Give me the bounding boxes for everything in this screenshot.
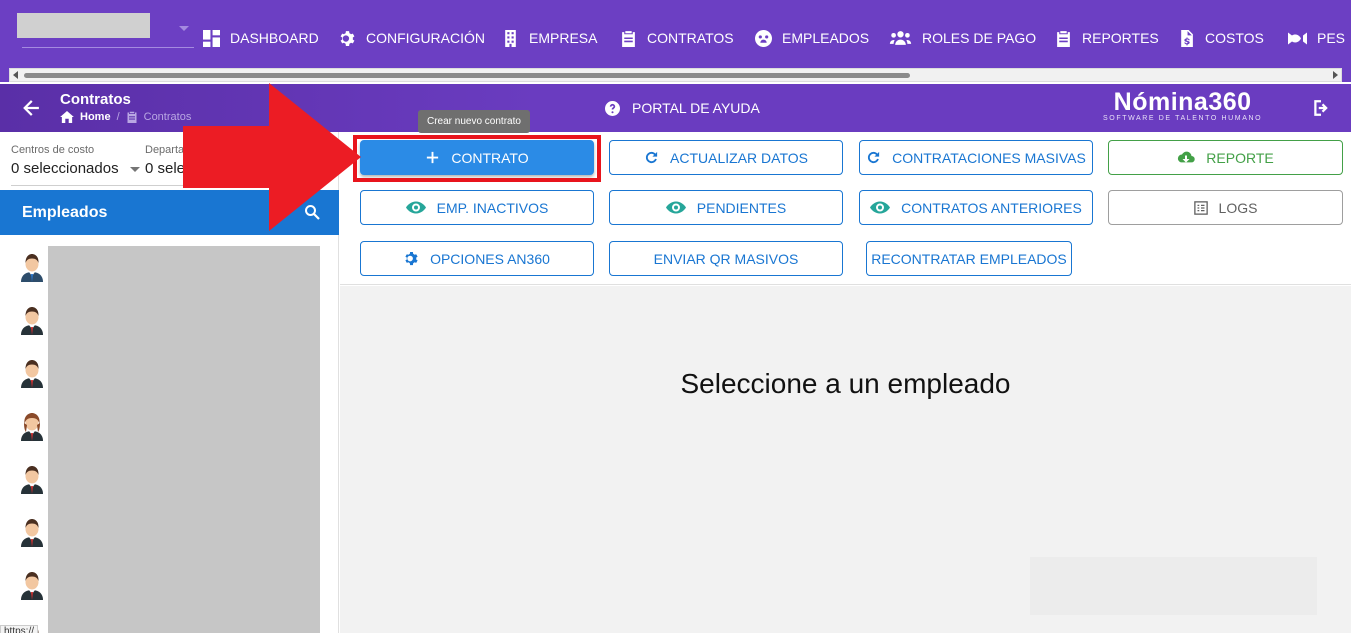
faint-overlay [1030,557,1317,615]
logs-button[interactable]: LOGS [1108,190,1343,225]
eye-icon [870,201,891,214]
employee-avatar[interactable] [18,464,46,494]
file-dollar-icon [1181,29,1193,47]
send-mass-qr-button[interactable]: ENVIAR QR MASIVOS [609,241,843,276]
button-label: LOGS [1218,199,1258,216]
clipboard-icon [622,30,635,47]
breadcrumb: Home / Contratos [60,111,191,123]
nav-label: COSTOS [1205,30,1264,46]
help-portal-label: PORTAL DE AYUDA [632,100,760,116]
employee-avatar[interactable] [18,305,46,335]
employee-avatar[interactable] [18,252,46,282]
breadcrumb-separator: / [116,111,120,123]
nav-roles-de-pago[interactable]: ROLES DE PAGO [889,28,1036,48]
eye-icon [405,201,426,214]
pending-button[interactable]: PENDIENTES [609,190,843,225]
nav-contratos[interactable]: CONTRATOS [620,28,734,48]
chevron-down-icon[interactable] [179,26,189,31]
employee-avatar[interactable] [18,411,46,441]
nav-dashboard[interactable]: DASHBOARD [203,28,319,48]
employees-icon [755,29,772,47]
employees-title: Empleados [22,204,108,221]
scroll-left-icon[interactable] [13,71,18,79]
list-icon [1193,200,1208,215]
dashboard-icon [203,29,220,47]
scroll-right-icon[interactable] [1333,71,1338,79]
nav-reportes[interactable]: REPORTES [1055,28,1159,48]
logo-name: Nómina360 [1113,88,1252,116]
scroll-gutter [0,68,9,82]
inactive-employees-button[interactable]: EMP. INACTIVOS [360,190,594,225]
nav-label: EMPRESA [529,30,598,46]
nav-horizontal-scrollbar[interactable] [9,68,1342,82]
button-label: OPCIONES AN360 [430,250,550,267]
cloud-download-icon [1178,151,1195,163]
button-label: ACTUALIZAR DATOS [670,149,808,166]
eye-icon [665,201,686,214]
nav-label: CONTRATOS [647,30,734,46]
button-label: CONTRATOS ANTERIORES [901,199,1082,216]
new-contract-tooltip: Crear nuevo contrato [418,110,530,133]
company-selector-underline [22,47,194,48]
clipboard-icon [127,111,137,123]
button-label: EMP. INACTIVOS [436,199,549,216]
breadcrumb-home[interactable]: Home [80,111,111,123]
nav-label: ROLES DE PAGO [922,30,1037,46]
nav-costos[interactable]: COSTOS [1178,28,1264,48]
employee-avatar[interactable] [18,517,46,547]
nav-configuracion[interactable]: CONFIGURACIÓN [339,28,485,48]
refresh-icon [645,151,658,164]
button-label: ENVIAR QR MASIVOS [653,250,799,267]
gear-icon [405,251,418,266]
nav-empleados[interactable]: EMPLEADOS [755,28,869,48]
red-arrow-icon [183,83,361,231]
fish-icon [1288,32,1307,44]
status-bar-url: https:// [0,625,39,633]
cost-center-label: Centros de costo [11,144,95,156]
an360-options-button[interactable]: OPCIONES AN360 [360,241,594,276]
refresh-icon [868,151,880,164]
employee-names-redacted [48,246,320,633]
button-label: RECONTRATAR EMPLEADOS [871,250,1067,267]
button-label: REPORTE [1206,149,1274,166]
cost-center-filter[interactable]: Centros de costo 0 seleccionados [11,144,119,177]
page-title: Contratos [60,91,131,108]
nav-label: EMPLEADOS [782,30,870,46]
button-label: PENDIENTES [696,199,787,216]
cost-center-value: 0 seleccionados [11,160,119,177]
gear-icon [340,30,355,46]
empty-state-message: Seleccione a un empleado [680,368,1011,399]
company-selector-redacted[interactable] [17,13,150,38]
employee-avatar[interactable] [18,570,46,600]
rehire-employees-button[interactable]: RECONTRATAR EMPLEADOS [866,241,1072,276]
report-button[interactable]: REPORTE [1108,140,1343,175]
logo-tagline: SOFTWARE DE TALENTO HUMANO [1103,115,1263,122]
nav-label: DASHBOARD [230,30,319,46]
scrollbar-thumb[interactable] [24,73,910,78]
nomina360-logo: Nómina360 SOFTWARE DE TALENTO HUMANO [1103,88,1262,122]
home-icon [60,111,74,123]
help-portal-link[interactable]: PORTAL DE AYUDA [605,100,760,116]
top-navbar: DASHBOARD CONFIGURACIÓN EMPRESA CONTRATO… [0,0,1351,68]
nav-label: CONFIGURACIÓN [366,30,485,46]
mass-hiring-button[interactable]: CONTRATACIONES MASIVAS [859,140,1093,175]
previous-contracts-button[interactable]: CONTRATOS ANTERIORES [859,190,1093,225]
update-data-button[interactable]: ACTUALIZAR DATOS [609,140,843,175]
employee-detail-area: Seleccione a un empleado [340,286,1351,633]
nav-pes[interactable]: PES [1287,28,1345,48]
back-arrow-icon[interactable] [22,99,40,117]
logout-icon[interactable] [1312,99,1330,117]
building-icon [505,29,516,47]
highlight-box [353,135,601,182]
button-label: CONTRATACIONES MASIVAS [892,149,1086,166]
nav-label: PES [1317,30,1346,46]
employee-avatar[interactable] [18,358,46,388]
scroll-gutter [1342,68,1351,82]
users-icon [889,30,912,45]
chevron-down-icon[interactable] [130,167,140,172]
clipboard-icon [1057,30,1070,47]
nav-empresa[interactable]: EMPRESA [502,28,597,48]
question-circle-icon [605,100,620,116]
nav-label: REPORTES [1082,30,1159,46]
